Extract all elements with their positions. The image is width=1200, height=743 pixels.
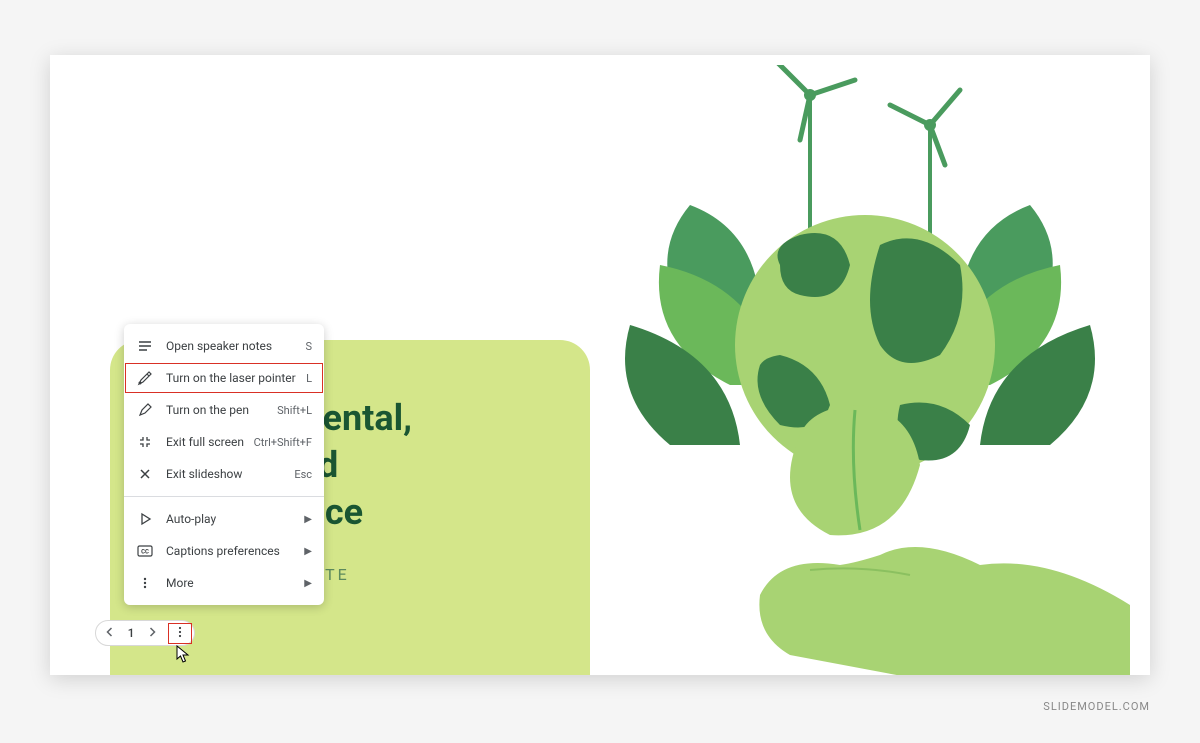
slide-nav-pill: 1 bbox=[95, 620, 195, 646]
svg-text:CC: CC bbox=[141, 549, 149, 556]
menu-shortcut: L bbox=[306, 372, 312, 385]
menu-label: Exit slideshow bbox=[166, 467, 286, 481]
menu-turn-on-pen[interactable]: Turn on the pen Shift+L bbox=[124, 394, 324, 426]
menu-label: Open speaker notes bbox=[166, 339, 297, 353]
menu-open-speaker-notes[interactable]: Open speaker notes S bbox=[124, 330, 324, 362]
menu-exit-slideshow[interactable]: Exit slideshow Esc bbox=[124, 458, 324, 490]
menu-label: Captions preferences bbox=[166, 544, 296, 558]
nav-prev-button[interactable] bbox=[100, 626, 120, 640]
menu-label: More bbox=[166, 576, 296, 590]
chevron-right-icon: ▶ bbox=[304, 546, 312, 557]
menu-label: Auto-play bbox=[166, 512, 296, 526]
presenter-options-menu: Open speaker notes S Turn on the laser p… bbox=[124, 324, 324, 605]
menu-label: Exit full screen bbox=[166, 435, 246, 449]
nav-more-options-button[interactable] bbox=[170, 625, 190, 642]
laser-icon bbox=[136, 369, 154, 387]
notes-icon bbox=[136, 337, 154, 355]
exit-fullscreen-icon bbox=[136, 433, 154, 451]
menu-label: Turn on the pen bbox=[166, 403, 269, 417]
eco-illustration bbox=[600, 65, 1130, 675]
cursor-icon bbox=[176, 645, 192, 667]
menu-more[interactable]: More ▶ bbox=[124, 567, 324, 599]
watermark-text: SLIDEMODEL.COM bbox=[1043, 700, 1150, 713]
menu-shortcut: Shift+L bbox=[277, 404, 312, 417]
chevron-right-icon: ▶ bbox=[304, 514, 312, 525]
menu-label: Turn on the laser pointer bbox=[166, 371, 298, 385]
cc-icon: CC bbox=[136, 542, 154, 560]
nav-next-button[interactable] bbox=[142, 626, 162, 640]
menu-laser-pointer[interactable]: Turn on the laser pointer L bbox=[124, 362, 324, 394]
menu-exit-fullscreen[interactable]: Exit full screen Ctrl+Shift+F bbox=[124, 426, 324, 458]
more-vertical-icon bbox=[136, 574, 154, 592]
menu-shortcut: S bbox=[305, 340, 312, 353]
nav-page-indicator[interactable]: 1 bbox=[128, 626, 135, 640]
menu-shortcut: Esc bbox=[294, 468, 312, 481]
close-icon bbox=[136, 465, 154, 483]
menu-shortcut: Ctrl+Shift+F bbox=[254, 436, 312, 449]
menu-captions-preferences[interactable]: CC Captions preferences ▶ bbox=[124, 535, 324, 567]
pen-icon bbox=[136, 401, 154, 419]
play-icon bbox=[136, 510, 154, 528]
chevron-right-icon: ▶ bbox=[304, 578, 312, 589]
menu-autoplay[interactable]: Auto-play ▶ bbox=[124, 503, 324, 535]
menu-divider bbox=[124, 496, 324, 497]
